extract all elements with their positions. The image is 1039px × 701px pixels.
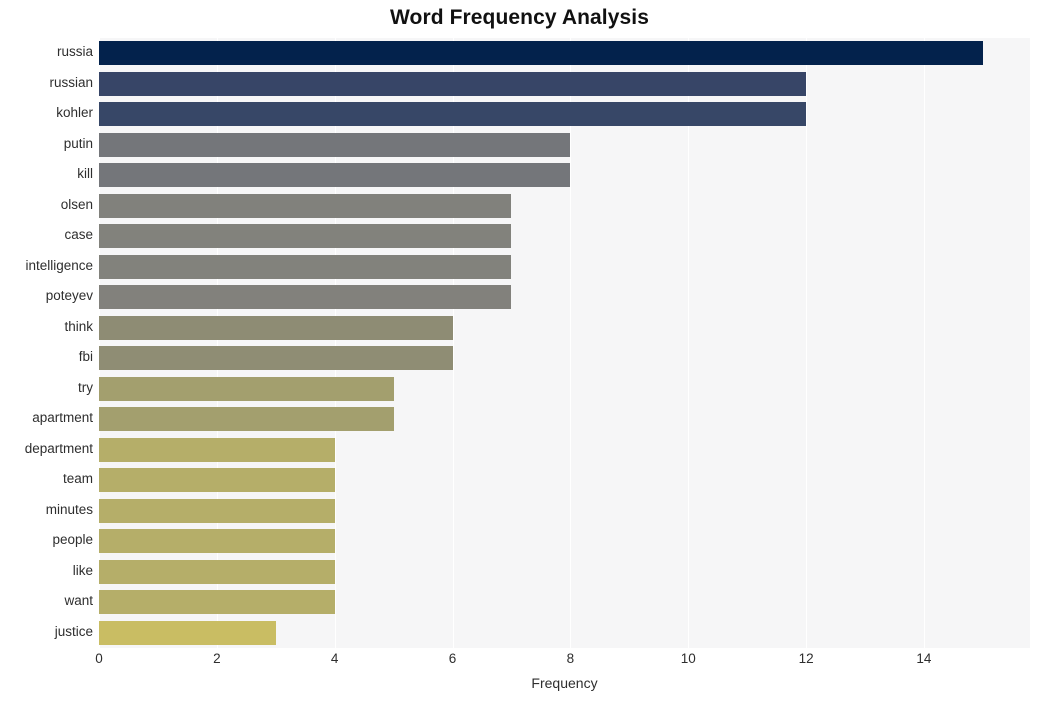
bar-row <box>99 163 1030 188</box>
bar <box>99 224 512 249</box>
y-tick-label: department <box>24 440 93 456</box>
bar-row <box>99 590 1030 615</box>
bar-row <box>99 132 1030 157</box>
y-tick-label: team <box>62 471 93 487</box>
x-tick-label: 2 <box>213 651 221 666</box>
bar <box>99 285 512 310</box>
y-tick-label: putin <box>63 135 93 151</box>
bar <box>99 315 453 340</box>
bar <box>99 468 335 493</box>
bar-row <box>99 193 1030 218</box>
bar <box>99 376 394 401</box>
bar-row <box>99 376 1030 401</box>
y-tick-label: like <box>72 562 93 578</box>
y-tick-label: want <box>64 593 93 609</box>
y-tick-label: intelligence <box>25 257 93 273</box>
bar <box>99 102 807 127</box>
bar-row <box>99 71 1030 96</box>
bars-layer <box>99 38 1030 648</box>
bar-row <box>99 437 1030 462</box>
bar-row <box>99 102 1030 127</box>
bar-row <box>99 468 1030 493</box>
y-tick-label: think <box>64 318 93 334</box>
bar <box>99 132 571 157</box>
bar <box>99 590 335 615</box>
bar-row <box>99 407 1030 432</box>
x-tick-label: 10 <box>680 651 696 666</box>
bar-row <box>99 529 1030 554</box>
y-tick-label: justice <box>54 623 93 639</box>
y-tick-label: try <box>78 379 93 395</box>
x-tick-label: 8 <box>566 651 575 666</box>
bar <box>99 620 276 645</box>
bar-row <box>99 224 1030 249</box>
x-tick-label: 6 <box>448 651 457 666</box>
bar-row <box>99 620 1030 645</box>
x-tick-label: 0 <box>95 651 103 666</box>
bar-row <box>99 254 1030 279</box>
y-tick-label: kohler <box>56 105 93 121</box>
y-tick-label: russian <box>49 74 93 90</box>
bar <box>99 437 335 462</box>
chart-title: Word Frequency Analysis <box>389 6 650 29</box>
bar <box>99 163 571 188</box>
y-tick-label: olsen <box>60 196 93 212</box>
bar <box>99 498 335 523</box>
bar <box>99 559 335 584</box>
y-tick-label: minutes <box>45 501 93 517</box>
y-tick-label: apartment <box>32 410 93 426</box>
bar <box>99 407 394 432</box>
word-frequency-chart: Word Frequency Analysis russia russian koh… <box>0 0 1039 701</box>
bar <box>99 71 807 96</box>
y-tick-label: kill <box>77 166 93 182</box>
x-tick-label: 14 <box>916 651 932 666</box>
y-tick-label: russia <box>56 44 93 60</box>
bar-row <box>99 315 1030 340</box>
bar-row <box>99 346 1030 371</box>
bar <box>99 346 453 371</box>
bar-row <box>99 559 1030 584</box>
bar-row <box>99 498 1030 523</box>
y-axis-tick-labels: russia russian kohler putin kill olsen case int… <box>0 38 93 648</box>
plot-area <box>99 38 1030 648</box>
bar <box>99 254 512 279</box>
x-tick-label: 4 <box>330 651 339 666</box>
y-tick-label: poteyev <box>45 288 93 304</box>
bar <box>99 193 512 218</box>
bar-row <box>99 41 1030 66</box>
y-tick-label: fbi <box>78 349 93 365</box>
bar <box>99 529 335 554</box>
bar <box>99 41 983 66</box>
x-tick-label: 12 <box>798 651 814 666</box>
bar-row <box>99 285 1030 310</box>
x-axis-tick-labels: 0 2 4 6 8 10 12 14 <box>0 651 1039 675</box>
y-tick-label: case <box>64 227 93 243</box>
x-axis-title: Frequency <box>531 675 598 691</box>
y-tick-label: people <box>52 532 93 548</box>
